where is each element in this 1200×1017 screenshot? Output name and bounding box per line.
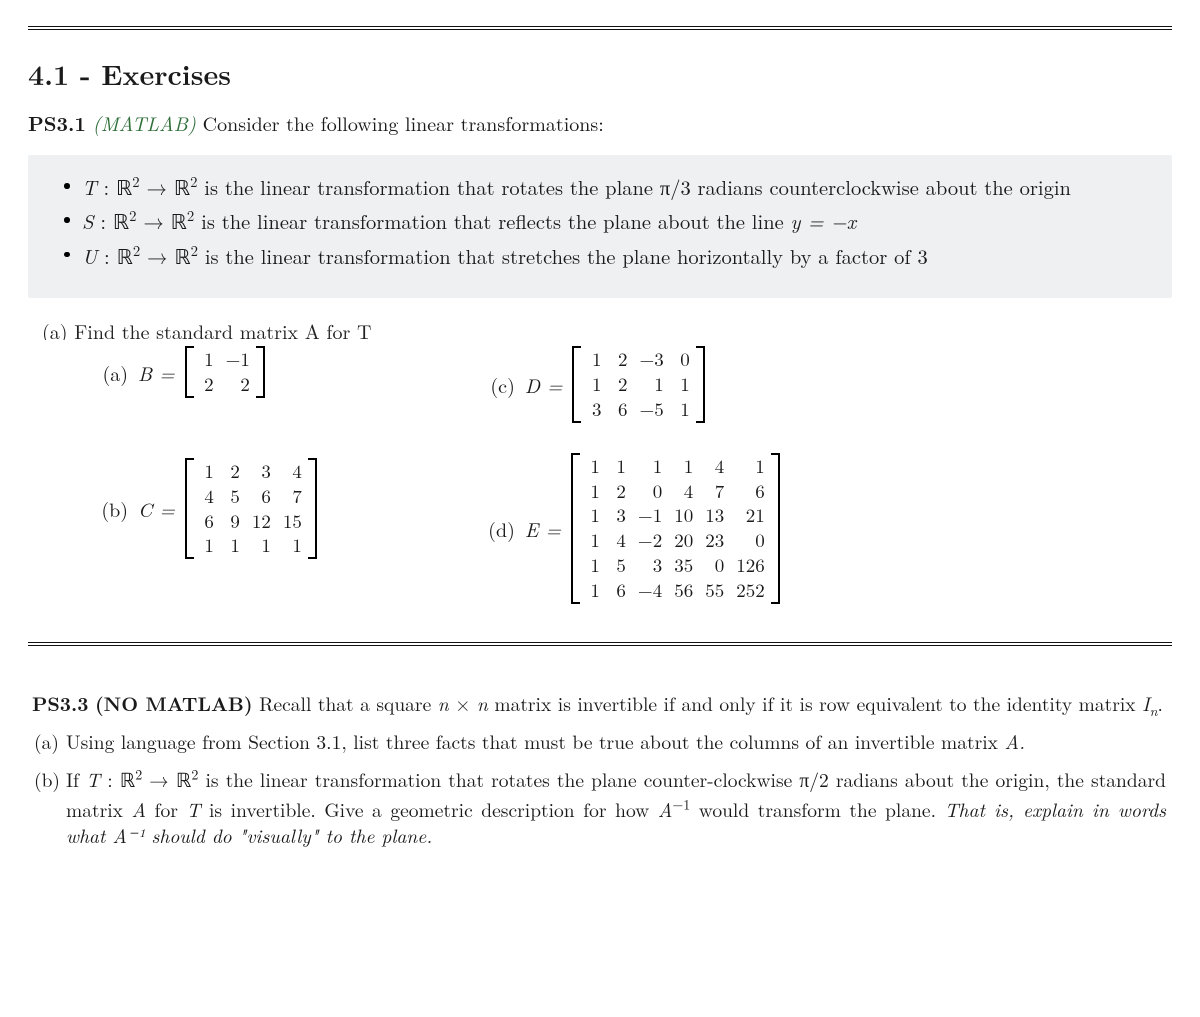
matrix-e: 111141 120476 13−1101321 14−220230 15335… <box>571 453 780 604</box>
matrix-c: 1234 4567 691215 1111 <box>185 458 317 559</box>
item-c: (c) D = 12−30 1211 36−51 <box>475 346 780 422</box>
ps31-header: PS3.1 (MATLAB) Consider the following li… <box>28 108 1172 137</box>
ps33-intro: PS3.3 (NO MATLAB) Recall that a square n… <box>32 690 1166 716</box>
def-item-t: T : ℝ2 → ℝ2 is the linear transformation… <box>82 173 1144 203</box>
ps33-tag: (NO MATLAB) <box>95 689 253 717</box>
item-d: (d) E = 111141 120476 13−1101321 14−2202… <box>475 453 780 604</box>
def-item-s: S : ℝ2 → ℝ2 is the linear transformation… <box>82 207 1144 237</box>
matrix-b: 1 −1 2 2 <box>185 346 265 398</box>
item-b: (b) C = 1234 4567 691215 1111 <box>88 458 317 559</box>
section-title: 4.1 - Exercises <box>28 54 1172 94</box>
ps31-id: PS3.1 <box>28 108 86 137</box>
truncated-line: (a) Find the standard matrix A for T <box>42 316 1172 340</box>
left-column: (a) B = 1 −1 2 2 (b) C = 1234 4567 <box>88 346 317 559</box>
ps33-item-b: (b) If T : ℝ2 → ℝ2 is the linear transfo… <box>66 766 1166 848</box>
ps33-id: PS3.3 <box>32 689 88 717</box>
def-item-u: U : ℝ2 → ℝ2 is the linear transformation… <box>82 242 1144 272</box>
transform-definitions: T : ℝ2 → ℝ2 is the linear transformation… <box>28 155 1172 298</box>
ps33-block: PS3.3 (NO MATLAB) Recall that a square n… <box>28 690 1172 849</box>
item-a: (a) B = 1 −1 2 2 <box>88 346 317 398</box>
item-c-label: (c) <box>475 370 515 399</box>
ps31-prompt: Consider the following linear transforma… <box>203 108 604 137</box>
matrix-answers: (a) B = 1 −1 2 2 (b) C = 1234 4567 <box>88 346 1172 603</box>
item-a-label: (a) <box>88 358 128 387</box>
item-d-label: (d) <box>475 514 515 543</box>
right-column: (c) D = 12−30 1211 36−51 (d) E = 111141 … <box>475 346 780 603</box>
ps33-item-a: (a) Using language from Section 3.1, lis… <box>66 728 1166 754</box>
mid-rule <box>28 642 1172 646</box>
top-rule <box>28 26 1172 30</box>
ps31-tag: (MATLAB) <box>93 108 196 137</box>
matrix-d: 12−30 1211 36−51 <box>572 346 704 422</box>
item-b-label: (b) <box>88 494 128 523</box>
